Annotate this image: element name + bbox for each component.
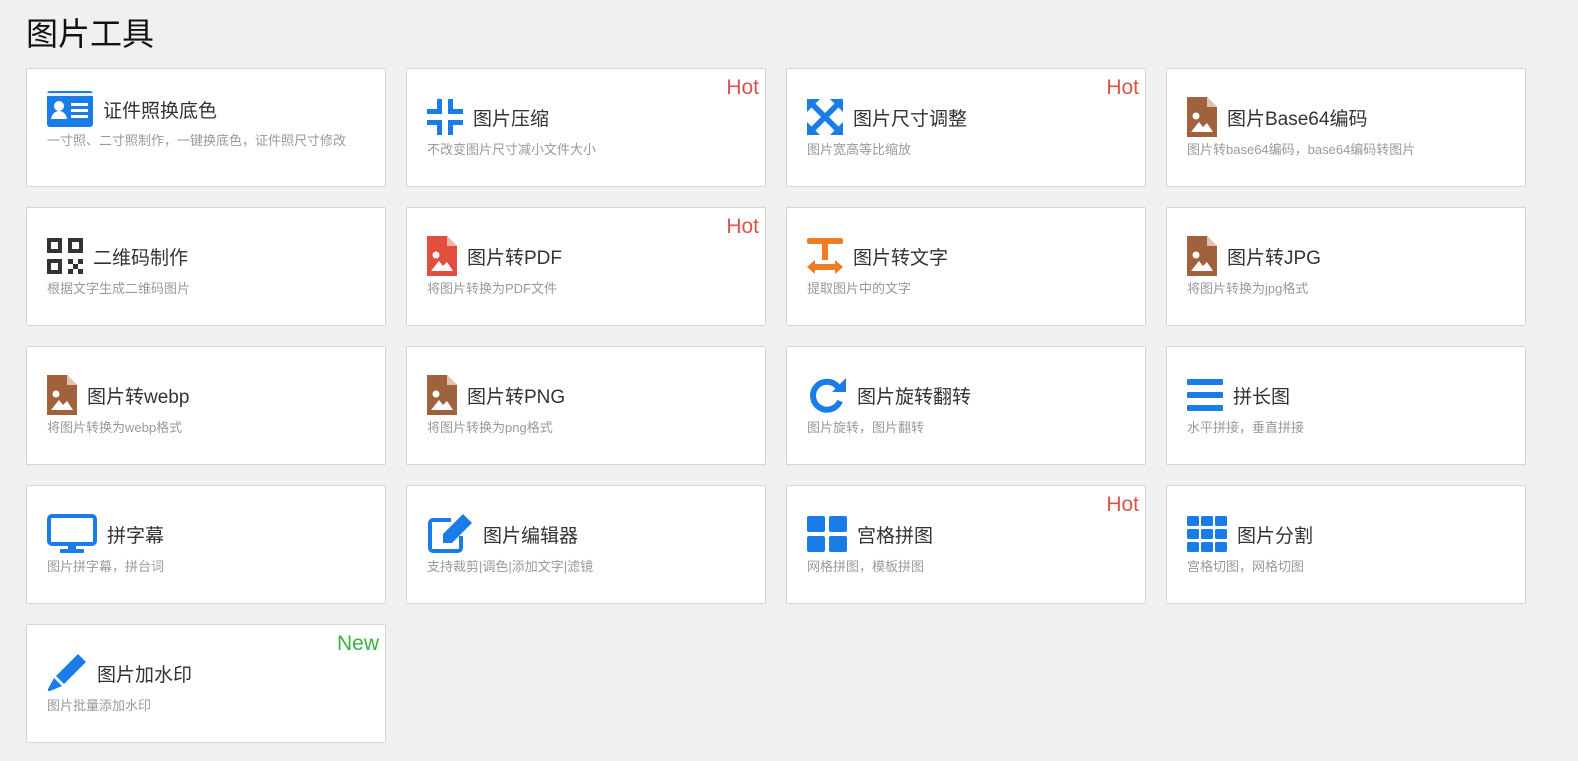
monitor-icon: [47, 514, 97, 554]
tool-description: 图片拼字幕，拼台词: [47, 559, 165, 574]
bars-icon: [1187, 379, 1223, 411]
tool-card[interactable]: 图片转JPG 将图片转换为jpg格式: [1166, 207, 1526, 326]
tool-card[interactable]: 图片旋转翻转图片旋转，图片翻转: [786, 346, 1146, 465]
tool-title: 图片尺寸调整: [853, 108, 968, 130]
tool-card-header: 图片旋转翻转: [807, 373, 1129, 417]
tool-description: 水平拼接，垂直拼接: [1187, 420, 1305, 435]
tool-description: 将图片转换为PDF文件: [427, 281, 558, 296]
tool-title: 图片转文字: [853, 247, 949, 269]
tool-description: 网格拼图，模板拼图: [807, 559, 925, 574]
image-file-icon: [427, 375, 457, 415]
tool-description: 图片旋转，图片翻转: [807, 420, 925, 435]
tool-description: 不改变图片尺寸减小文件大小: [427, 142, 597, 157]
tool-card-header: 图片转PNG: [427, 373, 749, 417]
image-file-icon: [1187, 236, 1217, 276]
tool-card-header: 图片转webp: [47, 373, 369, 417]
tool-card[interactable]: Hot 图片转PDF 将图片转换为PDF文件: [406, 207, 766, 326]
tool-title: 图片分割: [1237, 525, 1314, 547]
tool-card-header: 图片分割: [1187, 512, 1509, 556]
tool-title: 图片压缩: [473, 108, 550, 130]
tool-card-header: 二维码制作: [47, 234, 369, 278]
tool-card-header: 拼长图: [1187, 373, 1509, 417]
tool-card[interactable]: 证件照换底色一寸照、二寸照制作，一键换底色，证件照尺寸修改: [26, 68, 386, 187]
tool-card[interactable]: Hot 宫格拼图 网格拼图，模板拼图: [786, 485, 1146, 604]
tool-description: 根据文字生成二维码图片: [47, 281, 191, 296]
tool-card-header: 图片加水印: [47, 651, 369, 695]
tool-title: 拼长图: [1233, 386, 1291, 408]
tool-title: 证件照换底色: [103, 100, 218, 122]
tool-description: 将图片转换为webp格式: [47, 420, 183, 435]
tool-title: 图片加水印: [97, 664, 193, 686]
tool-card[interactable]: 图片转PNG 将图片转换为png格式: [406, 346, 766, 465]
tool-card[interactable]: 图片转文字提取图片中的文字: [786, 207, 1146, 326]
tool-description: 图片转base64编码，base64编码转图片: [1187, 142, 1416, 157]
tool-title: 图片旋转翻转: [857, 386, 972, 408]
tool-card[interactable]: 二维码制作根据文字生成二维码图片: [26, 207, 386, 326]
tool-card-header: 图片Base64编码: [1187, 95, 1509, 139]
tool-title: 图片编辑器: [483, 525, 579, 547]
grid-2x2-icon: [807, 516, 847, 552]
tool-title: 图片转PNG: [467, 386, 566, 408]
tool-card[interactable]: 图片编辑器支持裁剪|调色|添加文字|滤镜: [406, 485, 766, 604]
grid-3x3-icon: [1187, 516, 1227, 552]
tool-description: 支持裁剪|调色|添加文字|滤镜: [427, 559, 594, 574]
tool-card[interactable]: 图片转webp 将图片转换为webp格式: [26, 346, 386, 465]
tool-title: 图片转PDF: [467, 247, 563, 269]
tool-title: 拼字幕: [107, 525, 165, 547]
tool-description: 宫格切图，网格切图: [1187, 559, 1305, 574]
page-title: 图片工具: [26, 16, 155, 52]
rotate-icon: [807, 375, 847, 415]
edit-icon: [427, 514, 473, 554]
tool-card-header: 图片尺寸调整: [807, 95, 1129, 139]
tool-card-header: 图片转PDF: [427, 234, 749, 278]
tool-title: 图片Base64编码: [1227, 108, 1368, 130]
tool-card-header: 拼字幕: [47, 512, 369, 556]
tool-card-header: 宫格拼图: [807, 512, 1129, 556]
tool-title: 宫格拼图: [857, 525, 934, 547]
tool-card-header: 图片编辑器: [427, 512, 749, 556]
tool-card-header: 证件照换底色: [47, 87, 369, 131]
image-file-icon: [1187, 97, 1217, 137]
pdf-file-icon: [427, 236, 457, 276]
tool-description: 将图片转换为png格式: [427, 420, 553, 435]
qrcode-icon: [47, 238, 83, 274]
tool-title: 二维码制作: [93, 247, 189, 269]
pencil-icon: [47, 653, 87, 693]
compress-icon: [427, 99, 463, 135]
tool-card-header: 图片转JPG: [1187, 234, 1509, 278]
id-card-icon: [47, 91, 93, 127]
tool-description: 将图片转换为jpg格式: [1187, 281, 1309, 296]
tool-card[interactable]: New 图片加水印 图片批量添加水印: [26, 624, 386, 743]
tool-description: 图片宽高等比缩放: [807, 142, 912, 157]
image-file-icon: [47, 375, 77, 415]
tool-title: 图片转webp: [87, 386, 190, 408]
tool-card[interactable]: 图片分割宫格切图，网格切图: [1166, 485, 1526, 604]
tool-card-header: 图片转文字: [807, 234, 1129, 278]
tool-card[interactable]: Hot 图片压缩 不改变图片尺寸减小文件大小: [406, 68, 766, 187]
tool-card[interactable]: 拼长图水平拼接，垂直拼接: [1166, 346, 1526, 465]
tool-card[interactable]: Hot 图片尺寸调整 图片宽高等比缩放: [786, 68, 1146, 187]
tool-card-header: 图片压缩: [427, 95, 749, 139]
tool-description: 一寸照、二寸照制作，一键换底色，证件照尺寸修改: [47, 133, 347, 148]
tool-description: 图片批量添加水印: [47, 698, 152, 713]
tool-description: 提取图片中的文字: [807, 281, 912, 296]
expand-arrows-icon: [807, 99, 843, 135]
tool-card[interactable]: 拼字幕图片拼字幕，拼台词: [26, 485, 386, 604]
text-width-icon: [807, 238, 843, 274]
tool-grid: 证件照换底色 一寸照、二寸照制作，一键换底色，证件照尺寸修改 Hot 图片压缩 不改变图…: [26, 68, 1526, 743]
tool-title: 图片转JPG: [1227, 247, 1321, 269]
tool-card[interactable]: 图片Base64编码图片转base64编码，base64编码转图片: [1166, 68, 1526, 187]
